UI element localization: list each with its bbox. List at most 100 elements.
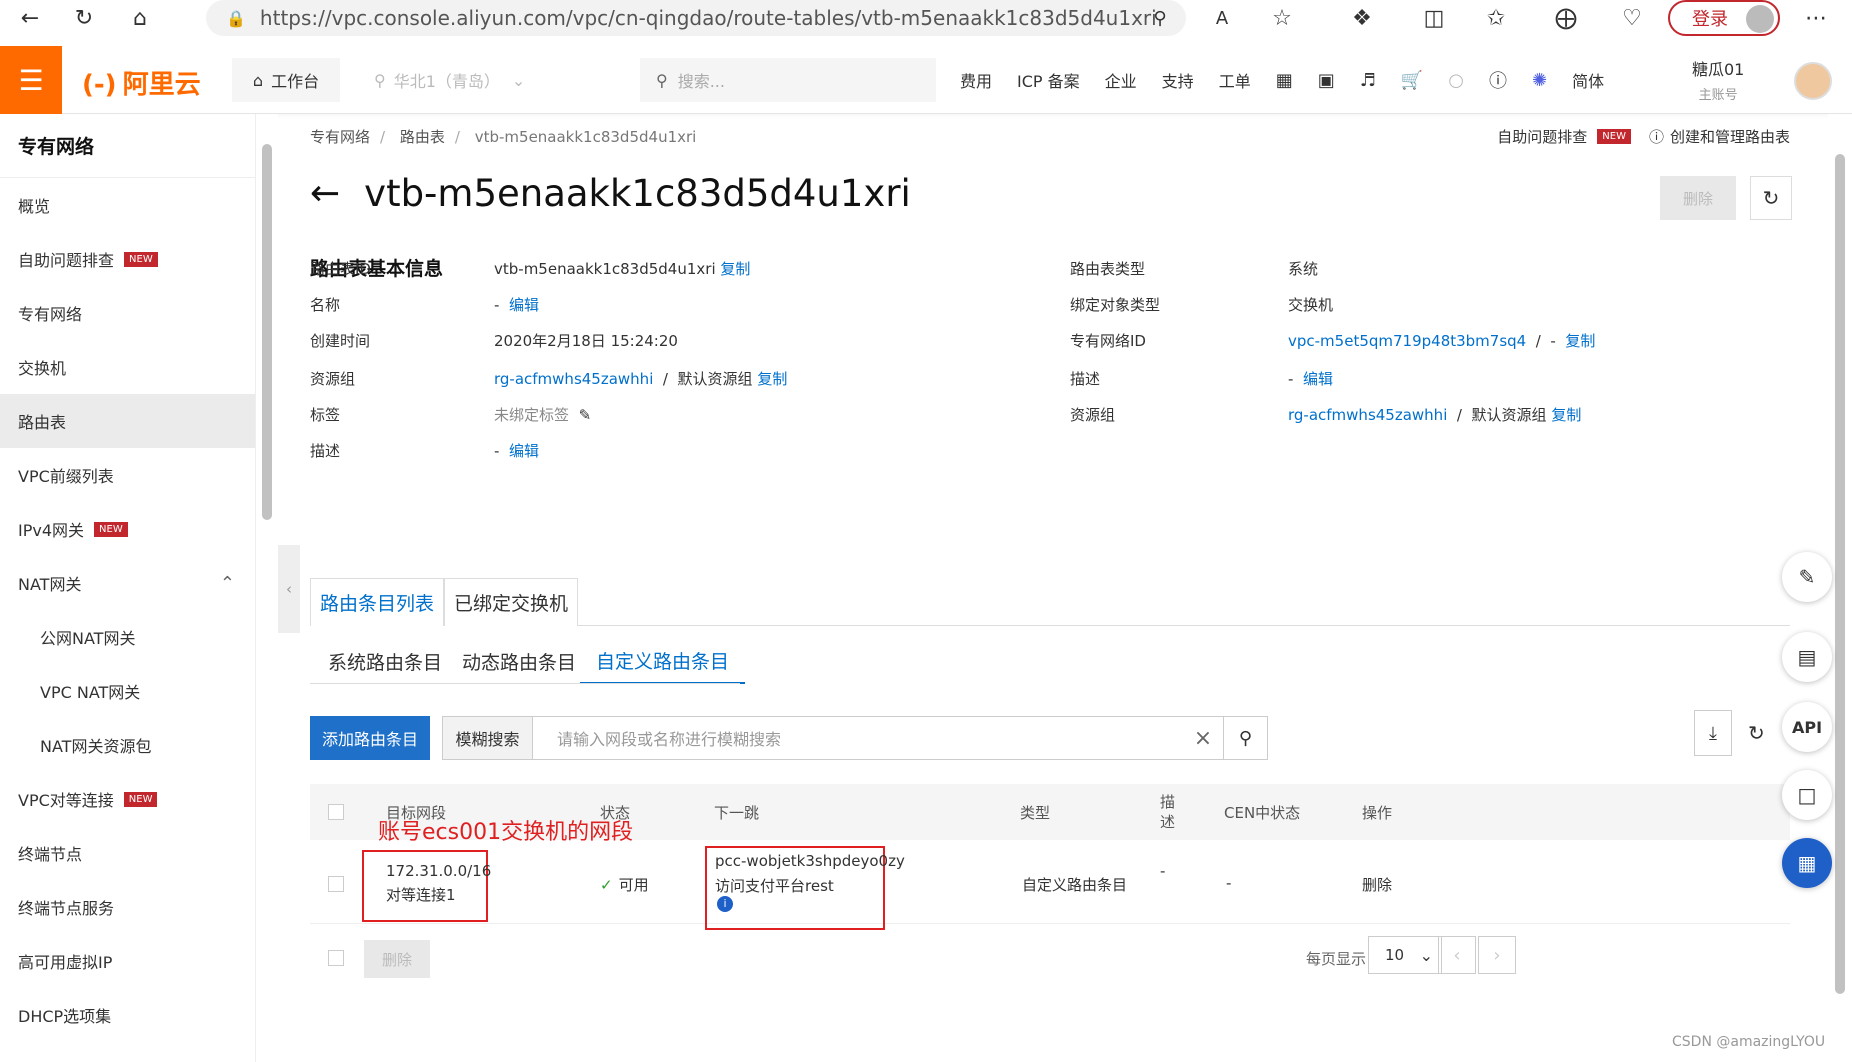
- cell-next-hop-link[interactable]: pcc-wobjetk3shpdeyo0zy: [715, 852, 905, 870]
- copy-link[interactable]: 复制: [1551, 406, 1581, 424]
- profile-login-button[interactable]: 登录: [1668, 0, 1780, 36]
- sidebar-scrollbar[interactable]: [256, 114, 278, 1062]
- pencil-icon[interactable]: ✎: [579, 406, 592, 424]
- sidebar-item-nat-package[interactable]: NAT网关资源包: [0, 718, 255, 772]
- breadcrumb-route-table[interactable]: 路由表: [400, 128, 445, 146]
- vpc-link[interactable]: vpc-m5et5qm719p48t3bm7sq4: [1288, 332, 1526, 350]
- select-all-checkbox[interactable]: [328, 804, 344, 820]
- sidebar-item-overview[interactable]: 概览: [0, 178, 255, 232]
- back-icon[interactable]: ←: [10, 0, 50, 36]
- address-bar[interactable]: 🔒 https://vpc.console.aliyun.com/vpc/cn-…: [206, 0, 1186, 36]
- copy-link[interactable]: 复制: [1565, 332, 1595, 350]
- extensions-icon[interactable]: ❖: [1342, 0, 1382, 36]
- sidebar-item-nat-gateway[interactable]: NAT网关 ⌃: [0, 556, 255, 610]
- split-screen-icon[interactable]: ◫: [1414, 0, 1454, 36]
- read-aloud-icon[interactable]: A: [1202, 0, 1242, 36]
- console-search-input[interactable]: ⚲ 搜索...: [640, 58, 936, 102]
- info-icon[interactable]: i: [717, 896, 733, 912]
- sidebar-item-vswitch[interactable]: 交换机: [0, 340, 255, 394]
- sidebar-item-public-nat[interactable]: 公网NAT网关: [0, 610, 255, 664]
- row-checkbox[interactable]: [328, 876, 344, 892]
- terminal-icon[interactable]: ▣: [1318, 70, 1335, 91]
- sidebar-item-vpc-nat[interactable]: VPC NAT网关: [0, 664, 255, 718]
- clipboard-float-icon[interactable]: ▤: [1782, 632, 1832, 682]
- bulb-icon[interactable]: ○: [1448, 70, 1464, 91]
- sidebar-item-troubleshoot[interactable]: 自助问题排查 NEW: [0, 232, 255, 286]
- help-icon[interactable]: ⓘ: [1489, 67, 1507, 93]
- cart-icon[interactable]: 🛒: [1401, 70, 1423, 91]
- delete-route-table-button[interactable]: 删除: [1660, 176, 1736, 220]
- aliyun-logo[interactable]: (-) 阿里云: [82, 64, 201, 101]
- copy-link[interactable]: 复制: [757, 370, 787, 388]
- add-route-entry-button[interactable]: 添加路由条目: [310, 716, 430, 760]
- language-switch[interactable]: 简体: [1572, 68, 1604, 92]
- nav-enterprise[interactable]: 企业: [1105, 68, 1137, 92]
- health-icon[interactable]: ♡: [1612, 0, 1652, 36]
- delete-entry-link[interactable]: 删除: [1362, 874, 1392, 895]
- edit-float-icon[interactable]: ✎: [1782, 552, 1832, 602]
- edit-link[interactable]: 编辑: [1303, 370, 1333, 388]
- user-avatar[interactable]: [1794, 62, 1832, 100]
- search-icon[interactable]: ⚲: [1223, 717, 1267, 759]
- sidebar-item-dhcp[interactable]: DHCP选项集: [0, 988, 255, 1042]
- troubleshoot-link[interactable]: 自助问题排查: [1497, 126, 1587, 147]
- workspace-button[interactable]: ⌂ 工作台: [232, 58, 340, 102]
- batch-delete-button[interactable]: 删除: [364, 940, 430, 978]
- api-doc-icon[interactable]: ▦: [1276, 70, 1293, 91]
- fuzzy-search-input[interactable]: 请输入网段或名称进行模糊搜索: [557, 726, 1183, 750]
- refresh-icon[interactable]: ↻: [1748, 710, 1768, 756]
- back-arrow-icon[interactable]: ←: [310, 173, 340, 214]
- bell-icon[interactable]: ♬: [1360, 70, 1376, 91]
- clear-icon[interactable]: ×: [1183, 726, 1223, 751]
- nav-fee[interactable]: 费用: [960, 68, 992, 92]
- subtab-dynamic[interactable]: 动态路由条目: [462, 638, 576, 684]
- nav-icp[interactable]: ICP 备案: [1017, 68, 1080, 92]
- region-select[interactable]: ⚲ 华北1（青岛） ⌄: [374, 58, 544, 102]
- nav-support[interactable]: 支持: [1162, 68, 1194, 92]
- rg-link[interactable]: rg-acfmwhs45zawhhi: [494, 370, 653, 388]
- favorite-star-icon[interactable]: ☆: [1262, 0, 1302, 36]
- scrollbar-thumb[interactable]: [262, 144, 272, 520]
- tab-route-entries[interactable]: 路由条目列表: [310, 578, 444, 626]
- menu-icon[interactable]: ☰: [0, 46, 62, 114]
- sidebar-item-endpoint-service[interactable]: 终端节点服务: [0, 880, 255, 934]
- subtab-custom[interactable]: 自定义路由条目: [580, 638, 746, 684]
- refresh-icon[interactable]: ↻: [1750, 176, 1792, 220]
- sidebar-item-endpoint[interactable]: 终端节点: [0, 826, 255, 880]
- user-info[interactable]: 糖瓜01 主账号: [1692, 56, 1744, 103]
- per-page-select[interactable]: 10 ⌄: [1368, 936, 1442, 974]
- sidebar-item-prefix-list[interactable]: VPC前缀列表: [0, 448, 255, 502]
- page-scrollbar[interactable]: [1828, 114, 1852, 1062]
- breadcrumb-vpc[interactable]: 专有网络: [310, 128, 370, 146]
- nav-ticket[interactable]: 工单: [1219, 68, 1251, 92]
- api-float-icon[interactable]: API: [1782, 702, 1832, 752]
- sidebar-item-ipv4-gateway[interactable]: IPv4网关 NEW: [0, 502, 255, 556]
- prev-page-button[interactable]: ‹: [1438, 936, 1476, 974]
- sidebar-collapse-toggle[interactable]: ‹: [278, 545, 300, 633]
- next-page-button[interactable]: ›: [1478, 936, 1516, 974]
- more-menu-icon[interactable]: ⋯: [1796, 0, 1836, 36]
- assistant-icon[interactable]: ✺: [1532, 70, 1547, 91]
- scrollbar-thumb[interactable]: [1835, 154, 1845, 994]
- sidebar-item-vpc-peer[interactable]: VPC对等连接 NEW: [0, 772, 255, 826]
- edit-link[interactable]: 编辑: [509, 442, 539, 460]
- download-icon[interactable]: ⤓: [1694, 710, 1732, 756]
- chat-float-icon[interactable]: □: [1782, 770, 1832, 820]
- edit-link[interactable]: 编辑: [509, 296, 539, 314]
- zoom-icon[interactable]: ⚲: [1140, 0, 1180, 36]
- home-icon[interactable]: ⌂: [120, 0, 160, 36]
- tab-bound-vswitch[interactable]: 已绑定交换机: [444, 578, 578, 626]
- rg-link[interactable]: rg-acfmwhs45zawhhi: [1288, 406, 1447, 424]
- subtab-system[interactable]: 系统路由条目: [328, 638, 442, 684]
- sidebar-item-route-table[interactable]: 路由表: [0, 394, 255, 448]
- footer-checkbox[interactable]: [328, 950, 344, 966]
- sidebar-item-havip[interactable]: 高可用虚拟IP: [0, 934, 255, 988]
- favorites-list-icon[interactable]: ✩: [1476, 0, 1516, 36]
- apps-float-icon[interactable]: ▦: [1782, 838, 1832, 888]
- manage-route-table-link[interactable]: 创建和管理路由表: [1670, 126, 1790, 147]
- sidebar-item-vpc[interactable]: 专有网络: [0, 286, 255, 340]
- collections-icon[interactable]: ⨁: [1546, 0, 1586, 36]
- fuzzy-search-select[interactable]: 模糊搜索: [443, 717, 533, 759]
- copy-link[interactable]: 复制: [720, 260, 750, 278]
- reload-icon[interactable]: ↻: [64, 0, 104, 36]
